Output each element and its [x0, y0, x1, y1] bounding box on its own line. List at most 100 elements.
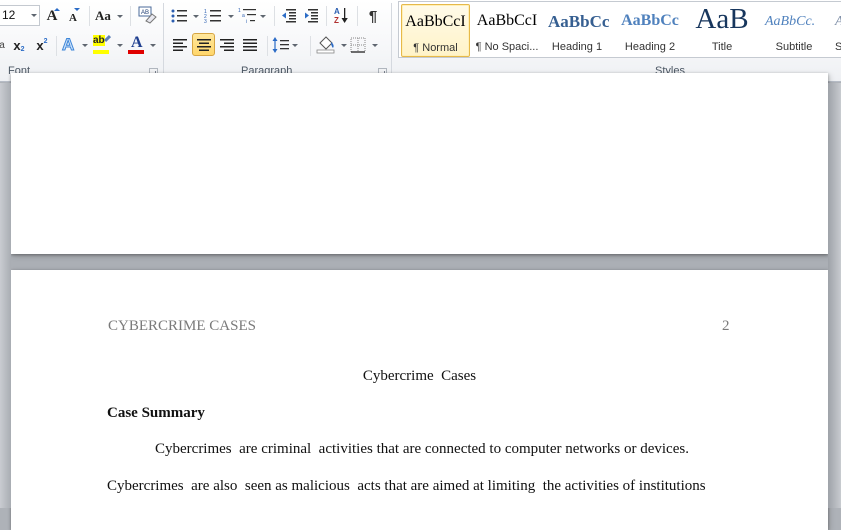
- style-sample: AaB: [695, 4, 749, 35]
- font-size-value: 12: [2, 8, 16, 22]
- decrease-indent-icon: [282, 9, 296, 23]
- shrink-arrow-icon: [74, 8, 80, 11]
- font-group: 12 A A Aa AB a x2 x 2 A ab A Font: [0, 0, 163, 82]
- paragraph-line: Cybercrimes are criminal activities that…: [155, 441, 689, 457]
- highlight-button[interactable]: ab: [93, 34, 123, 56]
- left-margin-shade: [0, 83, 11, 508]
- line-spacing-button[interactable]: [272, 34, 300, 56]
- svg-text:AB: AB: [141, 10, 149, 16]
- show-hide-formatting-button[interactable]: ¶: [363, 5, 383, 27]
- style-sample: AaBbCc: [621, 12, 679, 29]
- align-center-button[interactable]: [192, 33, 215, 56]
- section-heading: Case Summary: [107, 405, 205, 421]
- style-normal[interactable]: AaBbCcI ¶ Normal: [401, 4, 470, 57]
- page-2[interactable]: CYBERCRIME CASES 2 Cybercrime Cases Case…: [11, 270, 828, 530]
- style-subtitle[interactable]: AaBbCc. Subtitle: [759, 4, 829, 57]
- svg-text:Z: Z: [334, 16, 339, 25]
- style-name: ¶ No Spaci...: [475, 41, 539, 53]
- change-case-button[interactable]: Aa: [95, 5, 125, 27]
- bullets-button[interactable]: [170, 5, 200, 27]
- text-effects-icon: A: [61, 35, 75, 55]
- svg-text:1: 1: [238, 8, 241, 14]
- separator: [89, 6, 90, 26]
- pilcrow-icon: ¶: [368, 7, 378, 25]
- decrease-indent-button[interactable]: [279, 5, 299, 27]
- increase-indent-icon: [305, 9, 318, 23]
- font-color-bar: [128, 50, 144, 54]
- style-sample: A: [833, 14, 841, 30]
- bullets-dropdown-icon: [193, 15, 199, 18]
- pen-icon: [103, 34, 112, 43]
- multilevel-list-button[interactable]: 1 a i: [238, 5, 268, 27]
- font-color-icon: A: [128, 34, 146, 55]
- borders-icon: [350, 37, 366, 53]
- align-center-icon: [196, 38, 211, 51]
- separator: [310, 36, 311, 56]
- font-size-dropdown-icon[interactable]: [31, 14, 37, 17]
- subscript-icon: x: [13, 37, 21, 53]
- highlight-color-bar: [93, 50, 109, 54]
- separator: [130, 6, 131, 26]
- shading-button[interactable]: [316, 33, 348, 55]
- font-color-dropdown-icon: [150, 44, 156, 47]
- svg-text:a: a: [242, 13, 245, 19]
- separator: [326, 6, 327, 26]
- line-spacing-icon: [272, 37, 289, 53]
- strikethrough-icon: a: [0, 39, 5, 51]
- bullets-icon: [171, 9, 187, 23]
- highlight-glyph: ab: [93, 35, 105, 46]
- style-title[interactable]: AaB Title: [688, 4, 756, 57]
- shrink-font-button[interactable]: A: [64, 5, 82, 27]
- svg-text:A: A: [334, 7, 340, 16]
- svg-text:i: i: [246, 19, 247, 25]
- align-right-icon: [220, 39, 234, 51]
- paragraph-line: Cybercrimes are also seen as malicious a…: [107, 478, 706, 494]
- font-size-field[interactable]: 12: [0, 5, 40, 26]
- style-subtle-emphasis[interactable]: A S: [833, 4, 841, 57]
- sort-button[interactable]: A Z: [331, 4, 351, 26]
- text-effects-button[interactable]: A: [61, 34, 88, 56]
- style-name: Heading 1: [551, 41, 603, 53]
- borders-dropdown-icon: [372, 44, 378, 47]
- style-name: Heading 2: [624, 41, 676, 53]
- numbering-button[interactable]: 1 2 3: [204, 5, 234, 27]
- vertical-scrollbar-edge[interactable]: [828, 83, 841, 508]
- shading-dropdown-icon: [341, 44, 347, 47]
- page-number: 2: [722, 318, 730, 334]
- subscript-button[interactable]: x2: [9, 34, 29, 56]
- line-spacing-dropdown-icon: [292, 44, 298, 47]
- justify-icon: [243, 39, 257, 51]
- font-color-button[interactable]: A: [128, 34, 158, 56]
- align-left-icon: [173, 39, 187, 51]
- style-no-spacing[interactable]: AaBbCcI ¶ No Spaci...: [472, 4, 542, 57]
- align-right-button[interactable]: [216, 34, 238, 56]
- highlight-icon: ab: [93, 34, 112, 55]
- style-heading-2[interactable]: AaBbCc Heading 2: [615, 4, 685, 57]
- strikethrough-button-partial[interactable]: a: [0, 34, 5, 56]
- text-effects-dropdown-icon: [82, 44, 88, 47]
- increase-indent-button[interactable]: [301, 5, 321, 27]
- shrink-font-icon: A: [69, 12, 77, 24]
- numbering-icon: 1 2 3: [204, 9, 221, 24]
- style-sample: AaBbCc.: [765, 14, 816, 29]
- clear-formatting-icon: AB: [138, 6, 157, 24]
- style-sample: AaBbCcI: [476, 12, 538, 29]
- style-sample: AaBbCc: [548, 12, 609, 31]
- style-heading-1[interactable]: AaBbCc Heading 1: [545, 4, 609, 57]
- justify-button[interactable]: [239, 34, 261, 56]
- grow-arrow-icon: [54, 8, 60, 11]
- separator: [56, 36, 57, 56]
- svg-text:3: 3: [204, 19, 207, 24]
- style-name: S: [835, 41, 841, 53]
- grow-font-button[interactable]: A: [42, 5, 62, 27]
- page-1[interactable]: [11, 73, 828, 254]
- clear-formatting-button[interactable]: AB: [136, 4, 158, 26]
- superscript-icon: x: [36, 37, 44, 53]
- shading-icon: [316, 36, 335, 54]
- sort-icon: A Z: [334, 7, 348, 25]
- superscript-button[interactable]: x2: [32, 34, 52, 56]
- change-case-icon: Aa: [95, 8, 111, 23]
- align-left-button[interactable]: [169, 34, 191, 56]
- multilevel-list-icon: 1 a i: [238, 8, 256, 25]
- borders-button[interactable]: [350, 34, 380, 56]
